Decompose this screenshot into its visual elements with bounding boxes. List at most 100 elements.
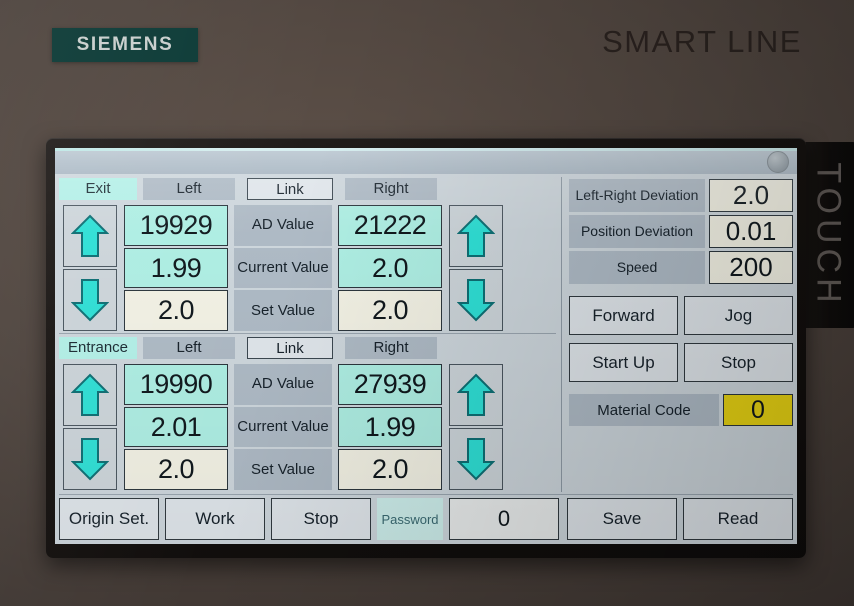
left-right-deviation-row: Left-Right Deviation 2.0: [569, 179, 793, 212]
hmi-device-bezel: Exit Left Link Right 19929 1.99 2.0 AD V…: [46, 138, 806, 558]
stop-button[interactable]: Stop: [684, 343, 793, 382]
device-side-bezel: TOUCH: [800, 142, 854, 328]
operation-buttons: Forward Jog Start Up Stop: [569, 284, 793, 382]
entrance-left-ad-value[interactable]: 19990: [124, 364, 228, 405]
work-button[interactable]: Work: [165, 498, 265, 540]
readouts-group: Left-Right Deviation 2.0 Position Deviat…: [569, 177, 793, 284]
bottom-toolbar-left: Origin Set. Work Stop Password 0: [59, 498, 559, 540]
down-arrow-icon: [457, 436, 495, 482]
position-deviation-value[interactable]: 0.01: [709, 215, 793, 248]
entrance-right-header: Right: [345, 337, 437, 359]
section-exit-header: Exit Left Link Right: [59, 177, 556, 201]
down-arrow-icon: [71, 277, 109, 323]
position-deviation-label: Position Deviation: [569, 215, 705, 248]
entrance-left-set-value[interactable]: 2.0: [124, 449, 228, 491]
exit-left-ad-value[interactable]: 19929: [124, 205, 228, 246]
up-arrow-icon: [71, 213, 109, 259]
exit-right-header: Right: [345, 178, 437, 200]
photo-scene: SIEMENS SMART LINE TOUCH Exit Left Link …: [0, 0, 854, 606]
entrance-left-values: 19990 2.01 2.0: [121, 362, 231, 492]
exit-right-current-value[interactable]: 2.0: [338, 247, 442, 289]
panel-divider: [561, 177, 562, 492]
entrance-right-ad-value[interactable]: 27939: [338, 364, 442, 405]
section-exit-rows: 19929 1.99 2.0 AD Value Current Value Se…: [59, 203, 556, 333]
titlebar: [55, 148, 797, 175]
origin-set-button[interactable]: Origin Set.: [59, 498, 159, 540]
up-arrow-icon: [457, 213, 495, 259]
material-code-value[interactable]: 0: [723, 394, 793, 426]
down-arrow-icon: [457, 277, 495, 323]
section-entrance-title: Entrance: [59, 337, 137, 359]
exit-left-down-button[interactable]: [63, 269, 117, 331]
hmi-screen: Exit Left Link Right 19929 1.99 2.0 AD V…: [55, 148, 797, 544]
up-arrow-icon: [71, 372, 109, 418]
exit-row-labels: AD Value Current Value Set Value: [231, 203, 335, 333]
speed-label: Speed: [569, 251, 705, 284]
entrance-right-up-button[interactable]: [449, 364, 503, 426]
entrance-ad-value-label: AD Value: [234, 364, 332, 405]
hmi-body: Exit Left Link Right 19929 1.99 2.0 AD V…: [55, 174, 797, 544]
down-arrow-icon: [71, 436, 109, 482]
exit-left-arrow-column: [59, 203, 121, 333]
exit-left-set-value[interactable]: 2.0: [124, 290, 228, 332]
section-entrance: Entrance Left Link Right 19990 2.01 2.0 …: [59, 333, 556, 492]
exit-left-values: 19929 1.99 2.0: [121, 203, 231, 333]
entrance-right-current-value[interactable]: 1.99: [338, 406, 442, 448]
right-column: Left-Right Deviation 2.0 Position Deviat…: [567, 177, 793, 492]
material-code-label: Material Code: [569, 394, 719, 426]
material-code-row: Material Code 0: [569, 394, 793, 426]
section-entrance-header: Entrance Left Link Right: [59, 336, 556, 360]
exit-right-arrow-column: [445, 203, 507, 333]
entrance-left-down-button[interactable]: [63, 428, 117, 490]
exit-right-values: 21222 2.0 2.0: [335, 203, 445, 333]
up-arrow-icon: [457, 372, 495, 418]
password-label: Password: [377, 498, 443, 540]
bottom-toolbar: Origin Set. Work Stop Password 0 Save Re…: [59, 494, 793, 540]
left-column: Exit Left Link Right 19929 1.99 2.0 AD V…: [59, 177, 556, 492]
entrance-link-button[interactable]: Link: [247, 337, 333, 359]
entrance-left-up-button[interactable]: [63, 364, 117, 426]
exit-left-up-button[interactable]: [63, 205, 117, 267]
section-exit: Exit Left Link Right 19929 1.99 2.0 AD V…: [59, 177, 556, 333]
bottom-stop-button[interactable]: Stop: [271, 498, 371, 540]
exit-set-value-label: Set Value: [234, 290, 332, 332]
left-right-deviation-label: Left-Right Deviation: [569, 179, 705, 212]
entrance-right-arrow-column: [445, 362, 507, 492]
exit-right-ad-value[interactable]: 21222: [338, 205, 442, 246]
jog-button[interactable]: Jog: [684, 296, 793, 335]
section-exit-title: Exit: [59, 178, 137, 200]
save-button[interactable]: Save: [567, 498, 677, 540]
speed-value[interactable]: 200: [709, 251, 793, 284]
exit-right-down-button[interactable]: [449, 269, 503, 331]
left-right-deviation-value[interactable]: 2.0: [709, 179, 793, 212]
upper-area: Exit Left Link Right 19929 1.99 2.0 AD V…: [59, 177, 793, 492]
status-indicator-icon[interactable]: [767, 151, 789, 173]
entrance-set-value-label: Set Value: [234, 449, 332, 491]
speed-row: Speed 200: [569, 251, 793, 284]
titlebar-glow: [55, 148, 797, 151]
entrance-right-down-button[interactable]: [449, 428, 503, 490]
exit-right-up-button[interactable]: [449, 205, 503, 267]
exit-ad-value-label: AD Value: [234, 205, 332, 246]
start-up-button[interactable]: Start Up: [569, 343, 678, 382]
bottom-toolbar-right: Save Read: [559, 498, 793, 540]
exit-left-current-value[interactable]: 1.99: [124, 247, 228, 289]
product-line-label: SMART LINE: [602, 24, 802, 59]
entrance-current-value-label: Current Value: [234, 406, 332, 448]
siemens-logo: SIEMENS: [52, 28, 198, 62]
touch-label: TOUCH: [809, 162, 848, 308]
exit-link-button[interactable]: Link: [247, 178, 333, 200]
entrance-left-header: Left: [143, 337, 235, 359]
read-button[interactable]: Read: [683, 498, 793, 540]
entrance-right-set-value[interactable]: 2.0: [338, 449, 442, 491]
position-deviation-row: Position Deviation 0.01: [569, 215, 793, 248]
exit-current-value-label: Current Value: [234, 247, 332, 289]
exit-left-header: Left: [143, 178, 235, 200]
entrance-right-values: 27939 1.99 2.0: [335, 362, 445, 492]
forward-button[interactable]: Forward: [569, 296, 678, 335]
exit-right-set-value[interactable]: 2.0: [338, 290, 442, 332]
entrance-left-arrow-column: [59, 362, 121, 492]
section-entrance-rows: 19990 2.01 2.0 AD Value Current Value Se…: [59, 362, 556, 492]
entrance-left-current-value[interactable]: 2.01: [124, 406, 228, 448]
password-input[interactable]: 0: [449, 498, 559, 540]
